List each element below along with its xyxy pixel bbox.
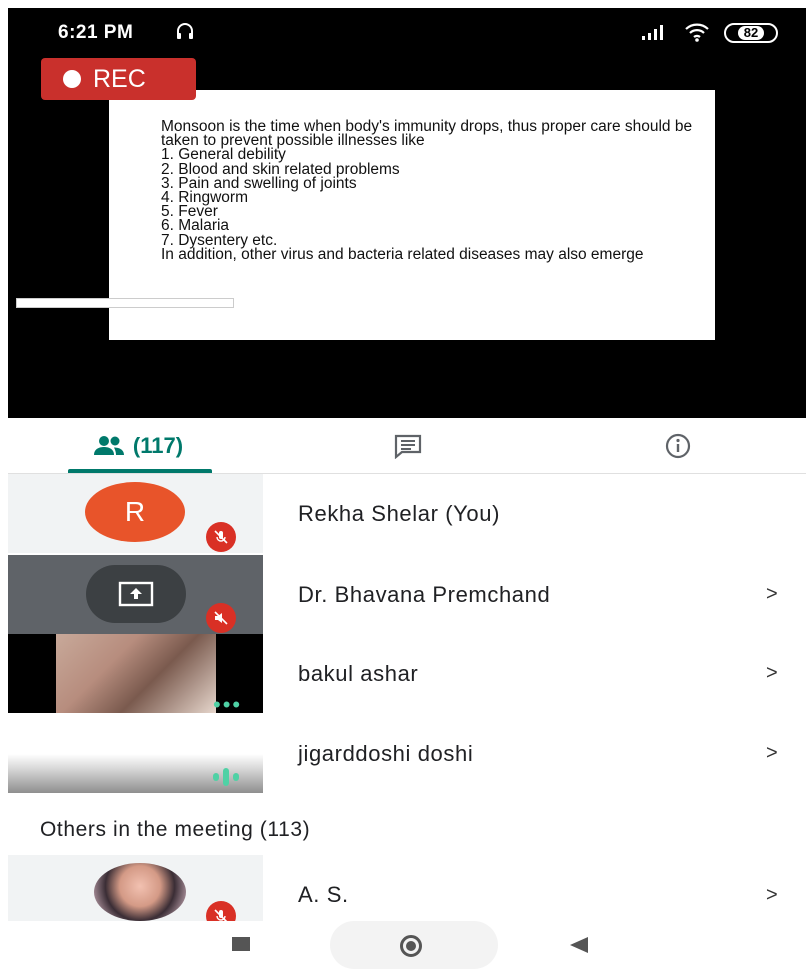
screen-share-notice [16, 298, 234, 308]
participant-tile [8, 855, 263, 931]
participant-row[interactable]: Dr. Bhavana Premchand > [8, 555, 806, 634]
speaking-indicator-icon [213, 768, 239, 786]
slide-footer: In addition, other virus and bacteria re… [161, 245, 644, 263]
chevron-right-icon[interactable]: > [766, 634, 778, 713]
wifi-icon [685, 23, 709, 42]
slide-intro: Monsoon is the time when body's immunity… [161, 118, 693, 150]
others-section-heading: Others in the meeting (113) [40, 818, 311, 841]
participant-name: Rekha Shelar (You) [298, 500, 500, 526]
mic-off-icon [206, 522, 236, 552]
record-dot-icon [63, 70, 81, 88]
participant-name: bakul ashar [298, 660, 419, 686]
status-bar: 6:21 PM 82 [8, 8, 806, 50]
battery-indicator: 82 [724, 23, 778, 43]
active-tab-indicator [68, 469, 212, 473]
system-nav-bar [8, 921, 806, 969]
status-time: 6:21 PM [58, 22, 134, 43]
meeting-tabs: (117) [8, 418, 806, 474]
people-icon [93, 436, 124, 455]
people-count: (117) [132, 433, 184, 458]
participant-row[interactable]: ••• bakul ashar > [8, 634, 806, 717]
chevron-right-icon[interactable]: > [766, 555, 778, 634]
participant-tile: ••• [8, 634, 263, 717]
tab-info[interactable] [658, 418, 698, 474]
battery-level: 82 [737, 26, 765, 40]
avatar: R [85, 482, 185, 542]
slide-list: 1. General debility 2. Blood and skin re… [161, 147, 715, 248]
headphone-icon [177, 23, 193, 39]
slide-list-item: 5. Fever [161, 203, 218, 221]
back-button[interactable] [570, 937, 588, 953]
info-icon [665, 433, 691, 459]
chat-icon [394, 434, 422, 459]
audio-off-icon [206, 603, 236, 633]
participant-tile: R [8, 474, 263, 553]
recents-button[interactable] [232, 937, 250, 951]
participant-tile [8, 555, 263, 634]
presenting-icon [86, 565, 186, 623]
participant-row[interactable]: jigarddoshi doshi > [8, 714, 806, 793]
participant-name: jigarddoshi doshi [298, 740, 474, 766]
tab-chat[interactable] [388, 418, 428, 474]
signal-icon [642, 25, 663, 40]
participant-row[interactable]: R Rekha Shelar (You) [8, 474, 806, 553]
recording-label: REC [93, 64, 146, 93]
chevron-right-icon[interactable]: > [766, 714, 778, 793]
presentation-stage[interactable]: 6:21 PM 82 Monsoon is the time when body… [8, 8, 806, 418]
avatar [94, 863, 186, 921]
video-feed [56, 634, 216, 713]
participant-tile [8, 714, 263, 793]
home-button[interactable] [400, 935, 422, 957]
slide-list-item: 4. Ringworm [161, 189, 248, 207]
participant-name: Dr. Bhavana Premchand [298, 581, 551, 607]
recording-badge: REC [41, 58, 196, 100]
participant-row[interactable]: A. S. > [8, 855, 806, 931]
tab-people[interactable]: (117) [60, 418, 216, 474]
